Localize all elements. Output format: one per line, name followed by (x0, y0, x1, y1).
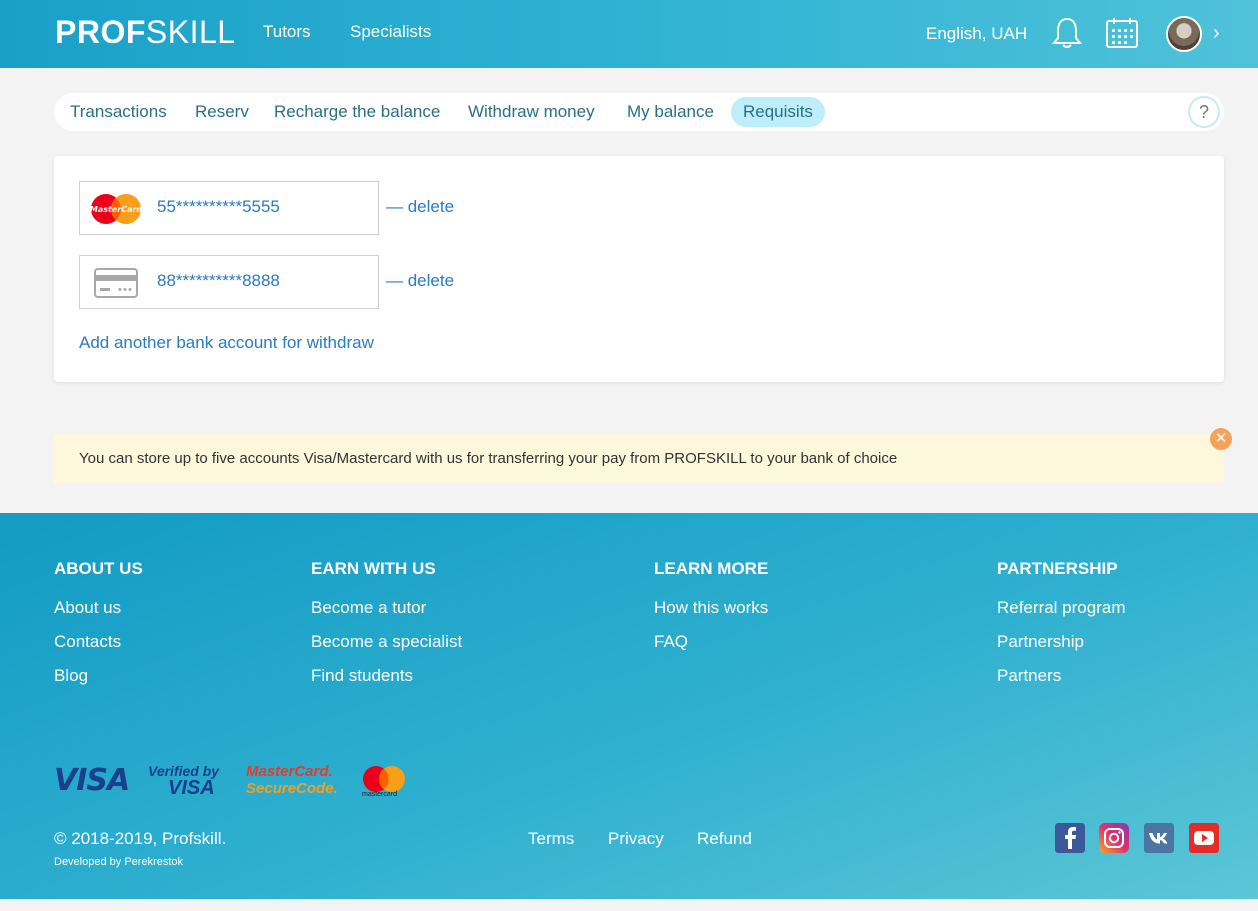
footer-link-contacts[interactable]: Contacts (54, 632, 121, 652)
footer-link-blog[interactable]: Blog (54, 666, 88, 686)
footer-link-partners[interactable]: Partners (997, 666, 1061, 686)
bell-icon[interactable] (1050, 16, 1084, 50)
footer-link-partnership[interactable]: Partnership (997, 632, 1084, 652)
instagram-icon[interactable] (1099, 823, 1129, 853)
youtube-icon[interactable] (1189, 823, 1219, 853)
tab-my-balance[interactable]: My balance (615, 97, 726, 127)
footer-link-about-us[interactable]: About us (54, 598, 121, 618)
help-icon[interactable]: ? (1188, 96, 1220, 128)
vk-icon[interactable] (1144, 823, 1174, 853)
chevron-right-icon[interactable]: › (1213, 22, 1220, 45)
footer-heading: PARTNERSHIP (997, 559, 1118, 578)
mastercard-logo: mastercard (360, 764, 410, 804)
footer-link-referral-program[interactable]: Referral program (997, 598, 1126, 618)
tab-reserv[interactable]: Reserv (183, 97, 261, 127)
mastercard-securecode-logo: MasterCard. SecureCode. (246, 763, 338, 797)
requisits-panel: MasterCard 55**********5555 — delete 88*… (54, 156, 1224, 382)
card-number: 55**********5555 (157, 197, 280, 216)
credit-card-icon (94, 268, 138, 298)
tab-transactions[interactable]: Transactions (58, 97, 179, 127)
notice-text: You can store up to five accounts Visa/M… (79, 450, 898, 467)
close-icon[interactable]: ✕ (1210, 428, 1232, 450)
footer: ABOUT US About us Contacts Blog EARN WIT… (0, 513, 1258, 899)
visa-logo: VISA (54, 763, 130, 798)
calendar-icon[interactable] (1105, 16, 1139, 50)
facebook-icon[interactable] (1055, 823, 1085, 853)
footer-link-faq[interactable]: FAQ (654, 632, 688, 652)
footer-link-privacy[interactable]: Privacy (608, 829, 664, 849)
footer-heading: ABOUT US (54, 559, 143, 578)
footer-link-become-specialist[interactable]: Become a specialist (311, 632, 462, 652)
footer-link-find-students[interactable]: Find students (311, 666, 413, 686)
footer-link-become-tutor[interactable]: Become a tutor (311, 598, 426, 618)
logo[interactable]: PROFSKILL (55, 14, 236, 51)
mastercard-icon: MasterCard (90, 194, 142, 224)
delete-card-button[interactable]: — delete (386, 271, 454, 291)
tab-withdraw-money[interactable]: Withdraw money (456, 97, 607, 127)
top-header: PROFSKILL Tutors Specialists English, UA… (0, 0, 1258, 68)
card-entry: MasterCard 55**********5555 (79, 181, 379, 235)
nav-tutors[interactable]: Tutors (263, 22, 311, 42)
footer-heading: EARN WITH US (311, 559, 436, 578)
language-currency-selector[interactable]: English, UAH (926, 24, 1027, 44)
user-avatar[interactable] (1166, 16, 1202, 52)
verified-by-visa-logo: Verified by VISA (148, 763, 220, 799)
footer-link-how-this-works[interactable]: How this works (654, 598, 768, 618)
svg-text:MasterCard: MasterCard (90, 205, 142, 214)
page-bottom (0, 899, 1258, 911)
tab-recharge-balance[interactable]: Recharge the balance (262, 97, 452, 127)
add-bank-account-link[interactable]: Add another bank account for withdraw (79, 333, 374, 353)
card-entry: 88**********8888 (79, 255, 379, 309)
developed-by: Developed by Perekrestok (54, 856, 184, 868)
info-notice: You can store up to five accounts Visa/M… (54, 428, 1232, 483)
delete-card-button[interactable]: — delete (386, 197, 454, 217)
account-tabs: Transactions Reserv Recharge the balance… (54, 93, 1224, 131)
tab-requisits[interactable]: Requisits (731, 97, 825, 127)
footer-link-terms[interactable]: Terms (528, 829, 574, 849)
footer-heading: LEARN MORE (654, 559, 769, 578)
card-number: 88**********8888 (157, 271, 280, 290)
footer-link-refund[interactable]: Refund (697, 829, 752, 849)
nav-specialists[interactable]: Specialists (350, 22, 431, 42)
copyright: © 2018-2019, Profskill. (54, 829, 227, 848)
